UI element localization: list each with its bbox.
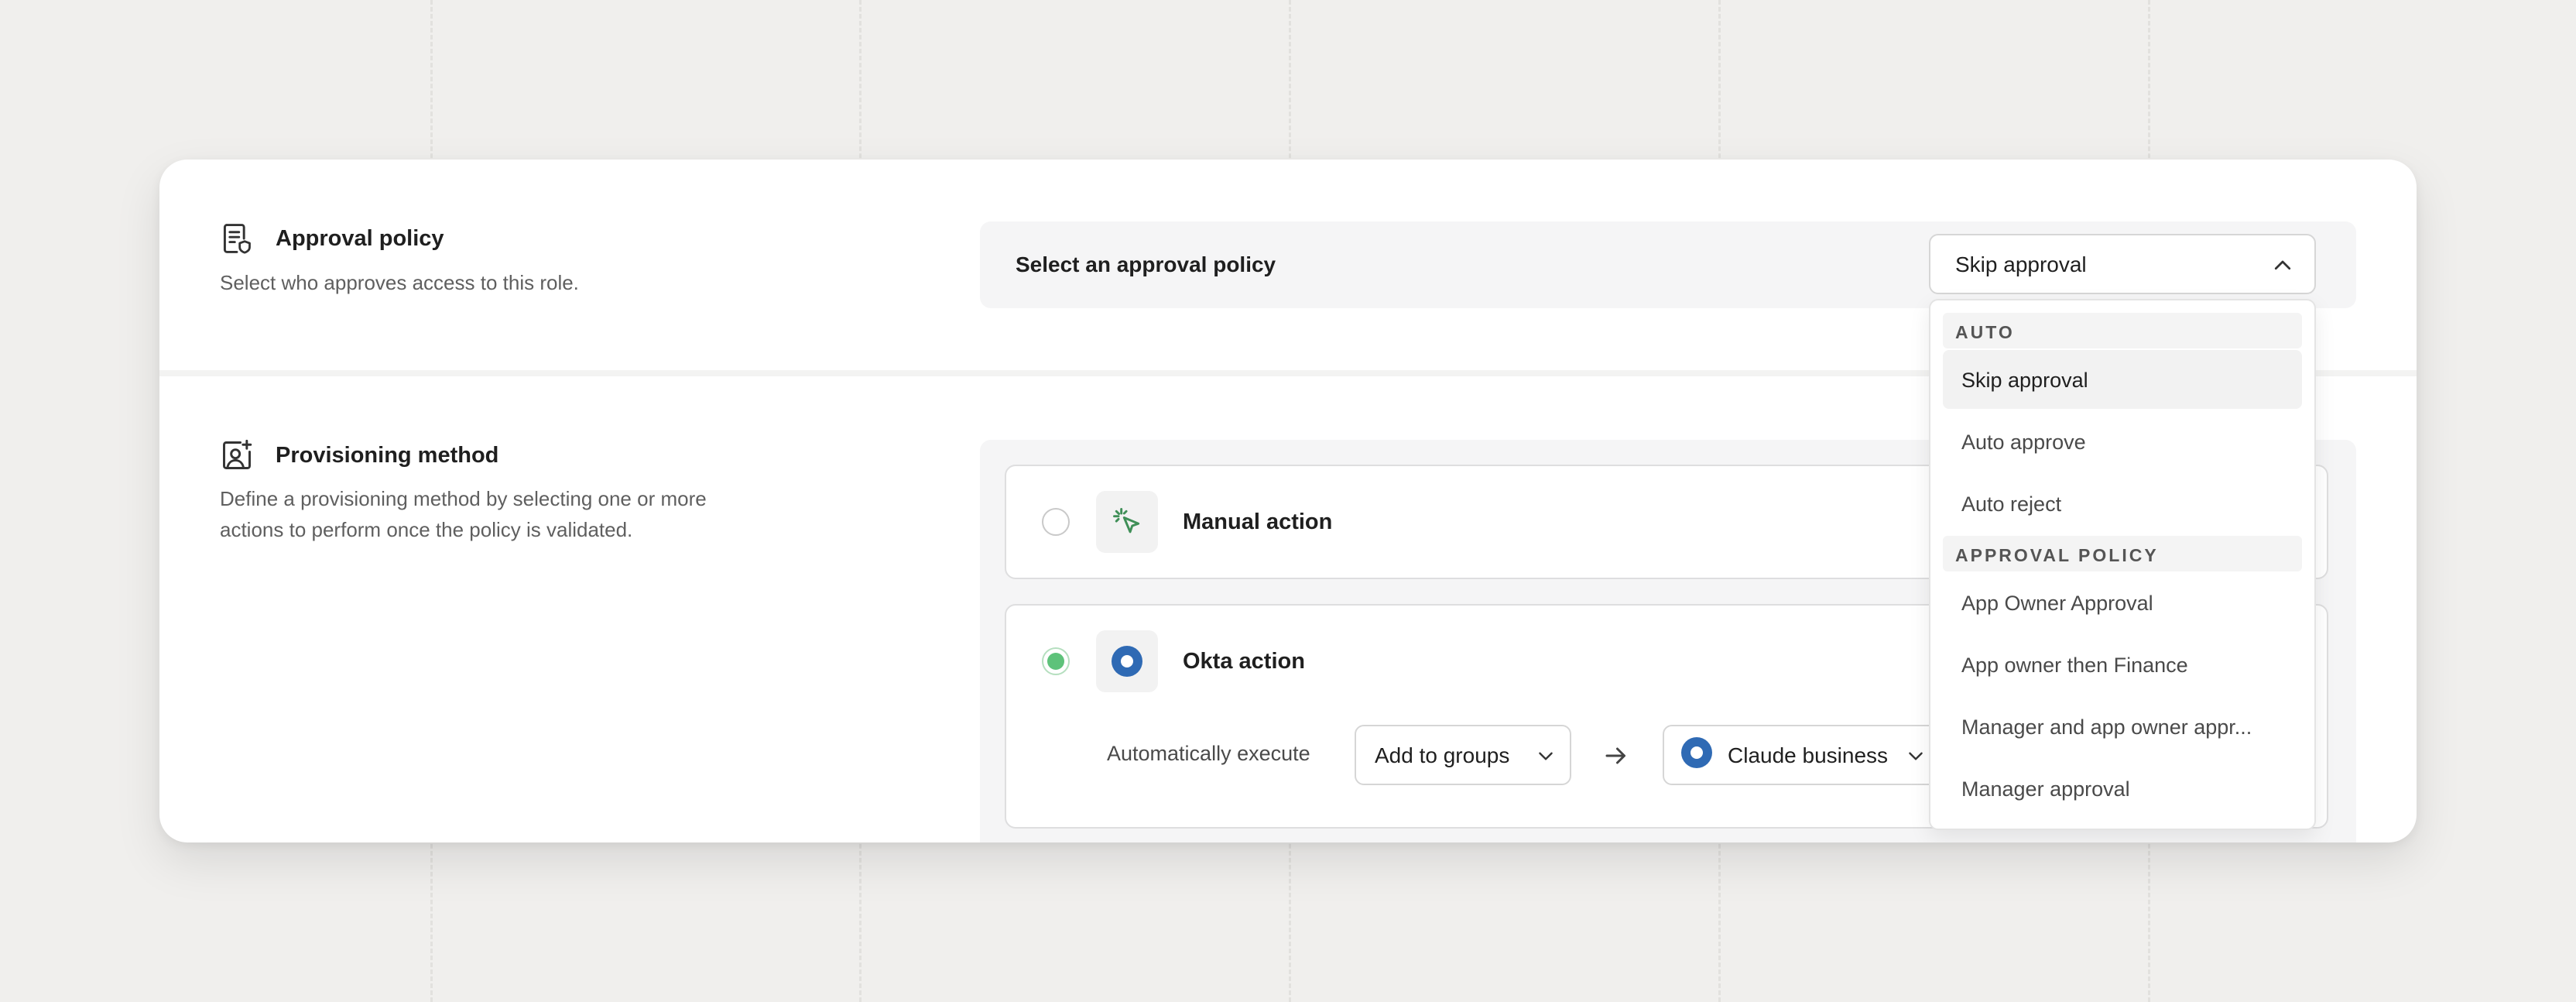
approval-policy-description: Select who approves access to this role. (220, 271, 579, 294)
settings-card: Approval policy Select who approves acce… (159, 160, 2417, 842)
add-user-frame-icon (223, 439, 252, 469)
policy-document-icon (223, 224, 251, 254)
okta-logo-icon (1112, 646, 1142, 677)
dropdown-option-label: Skip approval (1961, 369, 2088, 392)
automatically-execute-label: Automatically execute (1107, 742, 1310, 765)
arrow-right-icon (1605, 747, 1625, 764)
chevron-down-icon (1909, 752, 1923, 760)
okta-action-radio[interactable] (1042, 647, 1070, 675)
cursor-click-icon (1113, 508, 1140, 534)
approval-policy-selected-value: Skip approval (1955, 252, 2087, 276)
dropdown-option-label: Manager approval (1961, 777, 2130, 801)
dropdown-option-manager-and-app-owner[interactable]: Manager and app owner appr... (1943, 697, 2302, 756)
dropdown-option-app-owner-then-finance[interactable]: App owner then Finance (1943, 635, 2302, 694)
target-group-value: Claude business (1728, 743, 1889, 767)
okta-logo-icon (1681, 737, 1712, 768)
dropdown-option-label: App Owner Approval (1961, 592, 2153, 615)
dropdown-option-auto-reject[interactable]: Auto reject (1943, 474, 2302, 533)
dropdown-option-app-owner-approval[interactable]: App Owner Approval (1943, 573, 2302, 632)
dropdown-option-auto-approve[interactable]: Auto approve (1943, 412, 2302, 471)
action-type-select[interactable]: Add to groups (1355, 725, 1571, 785)
dropdown-group-label: AUTO (1955, 322, 2015, 342)
approval-policy-select[interactable]: Skip approval (1929, 234, 2316, 294)
dropdown-group-label: APPROVAL POLICY (1955, 545, 2159, 565)
chevron-up-icon (2274, 260, 2291, 270)
okta-action-tile (1096, 630, 1158, 692)
dropdown-group-header: AUTO (1943, 313, 2302, 348)
provisioning-method-description: Define a provisioning method by selectin… (220, 483, 707, 545)
dropdown-option-label: Manager and app owner appr... (1961, 715, 2252, 739)
dropdown-option-label: Auto reject (1961, 492, 2062, 516)
dropdown-group-header: APPROVAL POLICY (1943, 536, 2302, 571)
dropdown-option-skip-approval[interactable]: Skip approval (1943, 350, 2302, 409)
approval-policy-title: Approval policy (276, 226, 444, 251)
dropdown-option-manager-approval[interactable]: Manager approval (1943, 759, 2302, 818)
chevron-down-icon (1539, 752, 1553, 760)
action-type-value: Add to groups (1375, 743, 1510, 767)
manual-action-title: Manual action (1183, 510, 1333, 534)
dropdown-option-label: Auto approve (1961, 431, 2086, 454)
approval-policy-dropdown: AUTO Skip approval Auto approve Auto rej… (1929, 299, 2316, 830)
manual-action-tile (1096, 491, 1158, 553)
approval-policy-label: Select an approval policy (1016, 252, 1276, 276)
okta-action-title: Okta action (1183, 649, 1305, 674)
provisioning-description-line: Define a provisioning method by selectin… (220, 487, 707, 510)
provisioning-method-title: Provisioning method (276, 443, 499, 468)
manual-action-radio[interactable] (1042, 508, 1070, 536)
provisioning-description-line: actions to perform once the policy is va… (220, 518, 633, 541)
dropdown-option-label: App owner then Finance (1961, 654, 2188, 677)
